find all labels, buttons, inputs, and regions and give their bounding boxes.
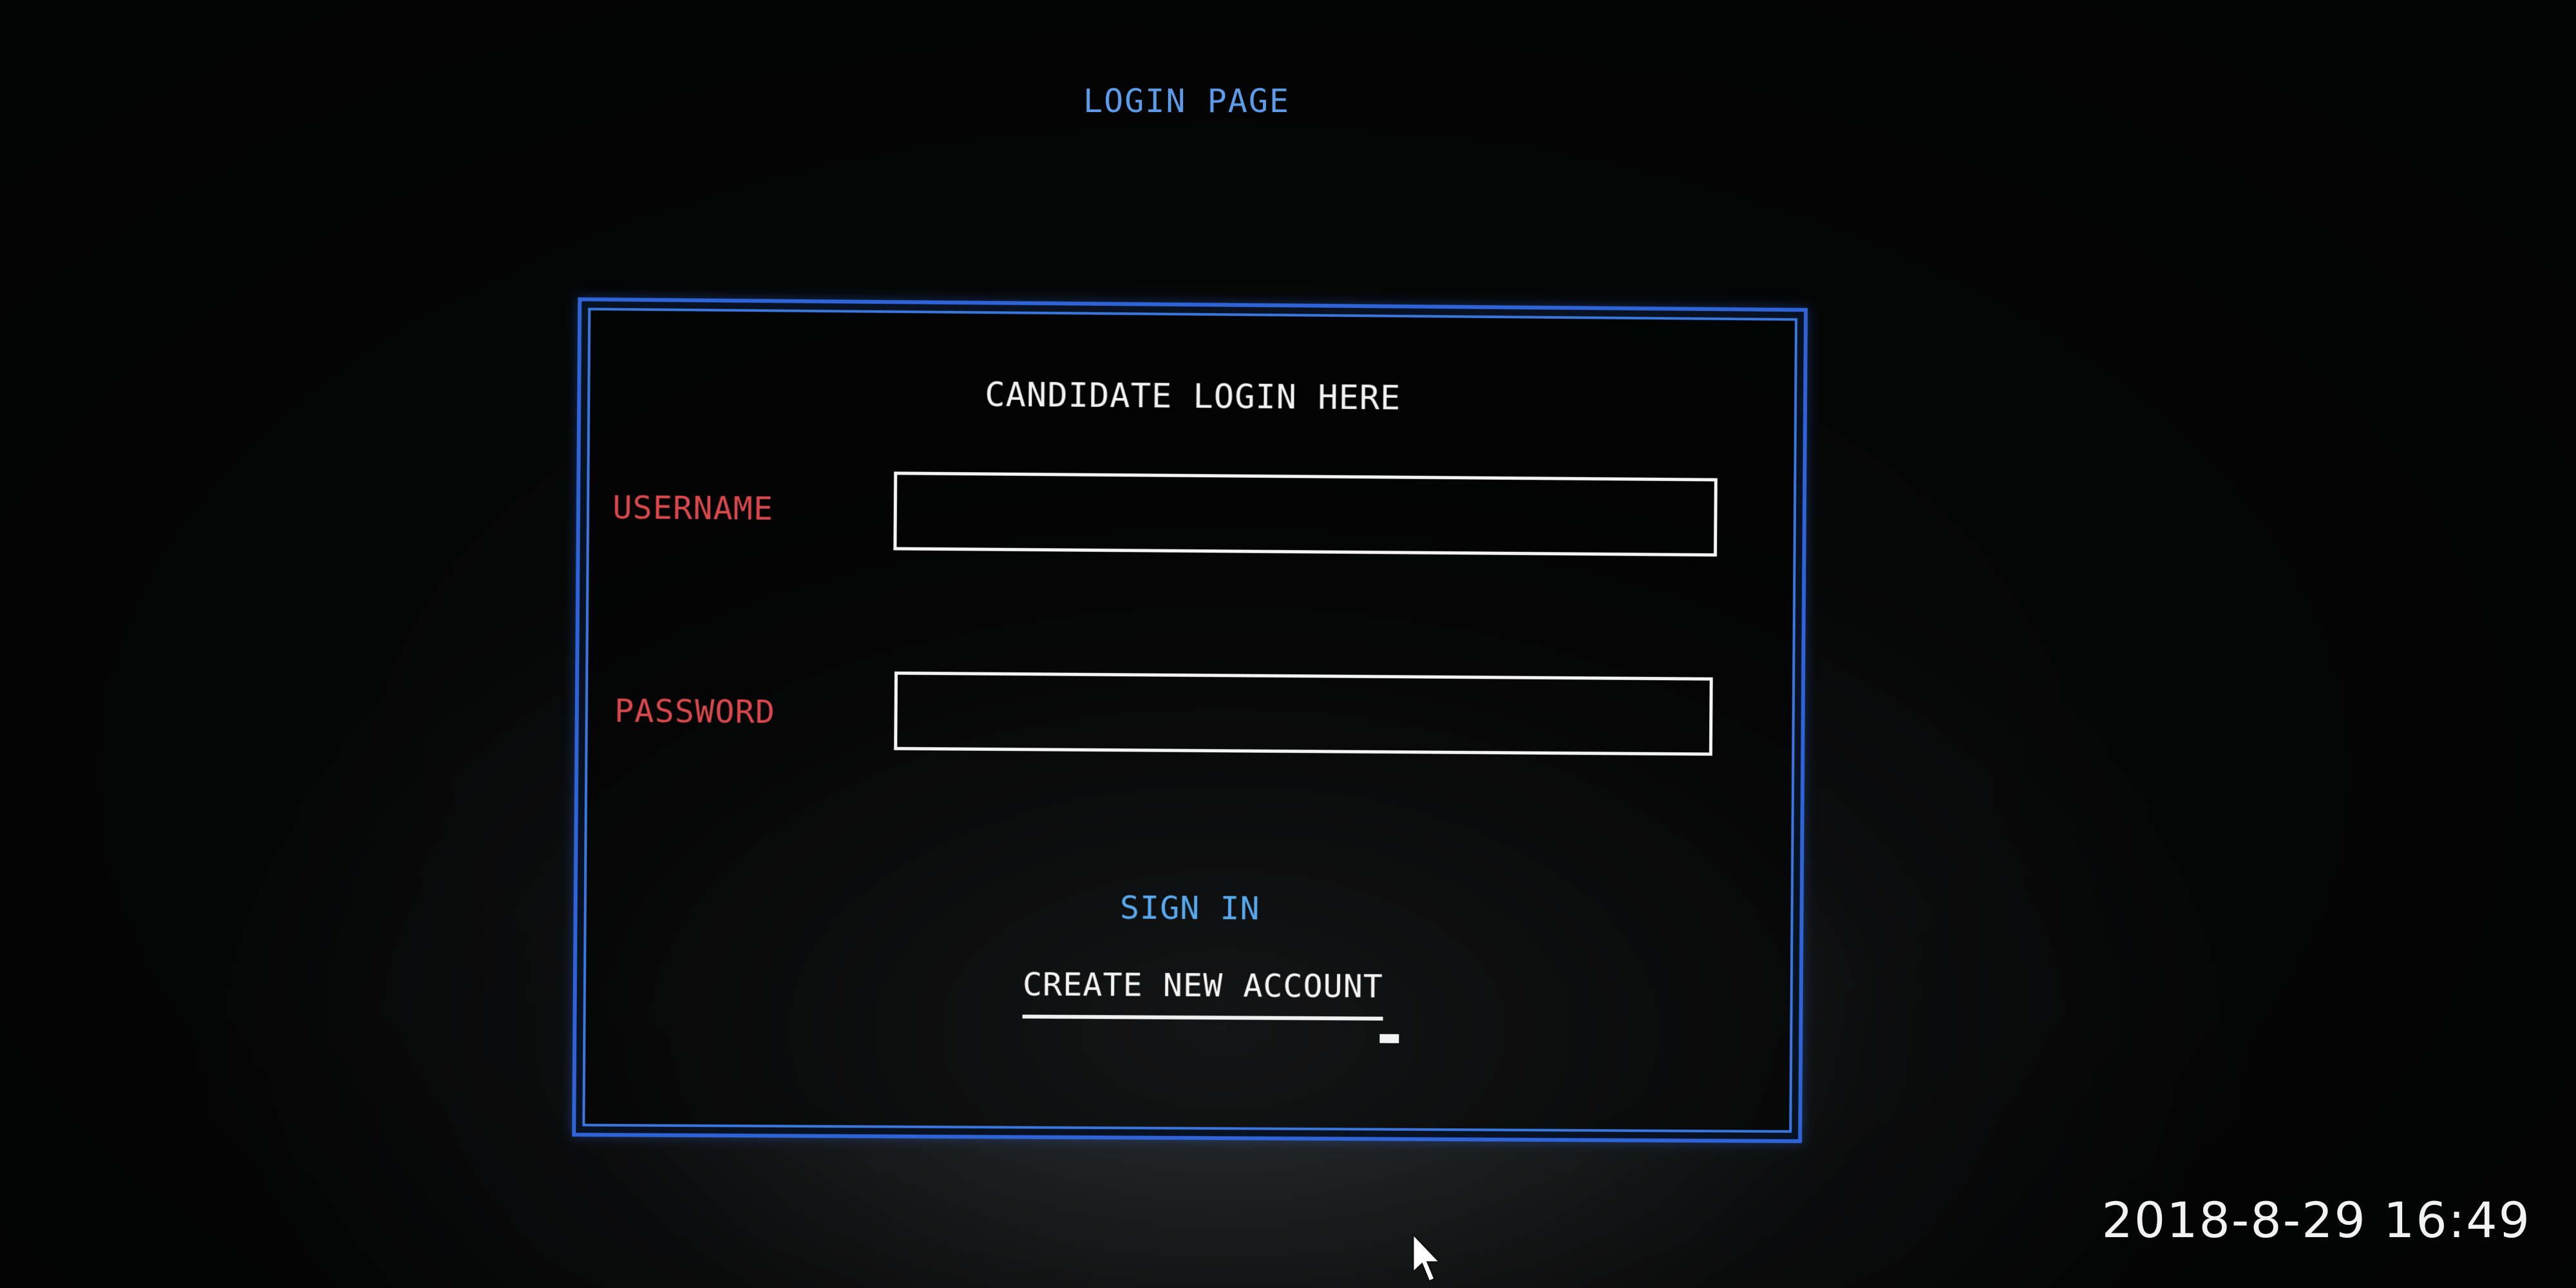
- photo-timestamp: 2018-8-29 16:49: [2101, 1191, 2531, 1249]
- username-input[interactable]: [893, 471, 1718, 557]
- page-title: LOGIN PAGE: [1083, 82, 1291, 120]
- login-panel: CANDIDATE LOGIN HERE USERNAME PASSWORD S…: [572, 297, 1808, 1144]
- mouse-pointer-icon: [1412, 1233, 1443, 1283]
- password-input[interactable]: [894, 671, 1713, 756]
- login-heading: CANDIDATE LOGIN HERE: [985, 375, 1401, 418]
- sign-in-button[interactable]: SIGN IN: [1120, 889, 1260, 927]
- text-cursor-block: [1379, 1034, 1399, 1043]
- password-label: PASSWORD: [614, 692, 776, 731]
- username-label: USERNAME: [612, 488, 774, 527]
- create-account-link[interactable]: CREATE NEW ACCOUNT: [1022, 965, 1383, 1021]
